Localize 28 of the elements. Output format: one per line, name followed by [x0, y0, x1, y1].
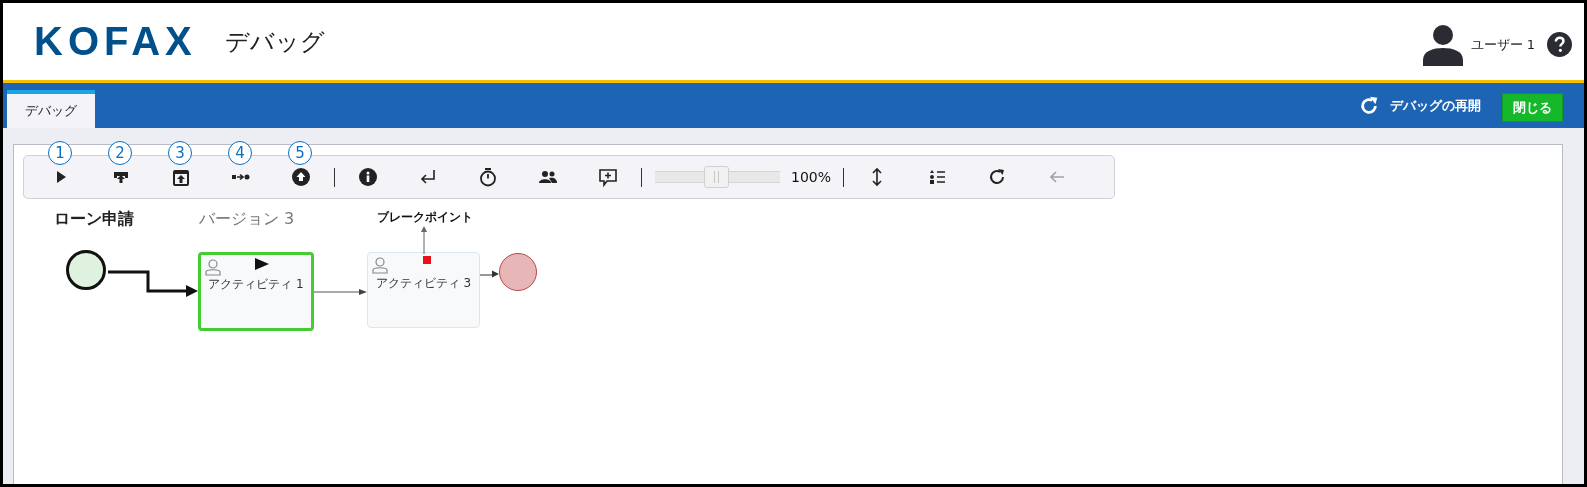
activity-label: アクティビティ 1 — [208, 276, 304, 293]
slider-thumb[interactable] — [704, 166, 730, 188]
breakpoint-label: ブレークポイント — [377, 209, 473, 226]
person-icon — [371, 256, 389, 274]
sequence-flow-arrow — [312, 289, 367, 295]
activity-node[interactable]: アクティビティ 3 — [367, 252, 480, 328]
user-name: ユーザー 1 — [1470, 35, 1535, 54]
callout-number: 2 — [108, 141, 132, 165]
resume-debug-link[interactable]: デバッグの再開 — [1390, 96, 1481, 115]
activity-node[interactable]: アクティビティ 1 — [198, 252, 314, 331]
tab[interactable]: デバッグ — [7, 90, 95, 128]
end-event — [499, 253, 537, 291]
user-icon[interactable] — [1422, 23, 1463, 66]
help-icon[interactable] — [1547, 32, 1572, 57]
start-event — [66, 250, 106, 290]
callout-number: 5 — [288, 141, 312, 165]
activity-label: アクティビティ 3 — [375, 274, 472, 292]
process-name: ローン申請 — [54, 209, 134, 230]
logo: KOFAX — [34, 19, 197, 64]
zoom-percent: 100% — [791, 169, 832, 185]
sequence-flow-arrow — [479, 270, 499, 278]
page-title: デバッグ — [224, 26, 325, 58]
callout-number: 1 — [48, 141, 72, 165]
callout-number: 3 — [168, 141, 192, 165]
leader-line — [419, 226, 429, 254]
person-icon — [204, 258, 222, 276]
process-version: バージョン 3 — [199, 209, 295, 230]
callout-number: 4 — [228, 141, 252, 165]
